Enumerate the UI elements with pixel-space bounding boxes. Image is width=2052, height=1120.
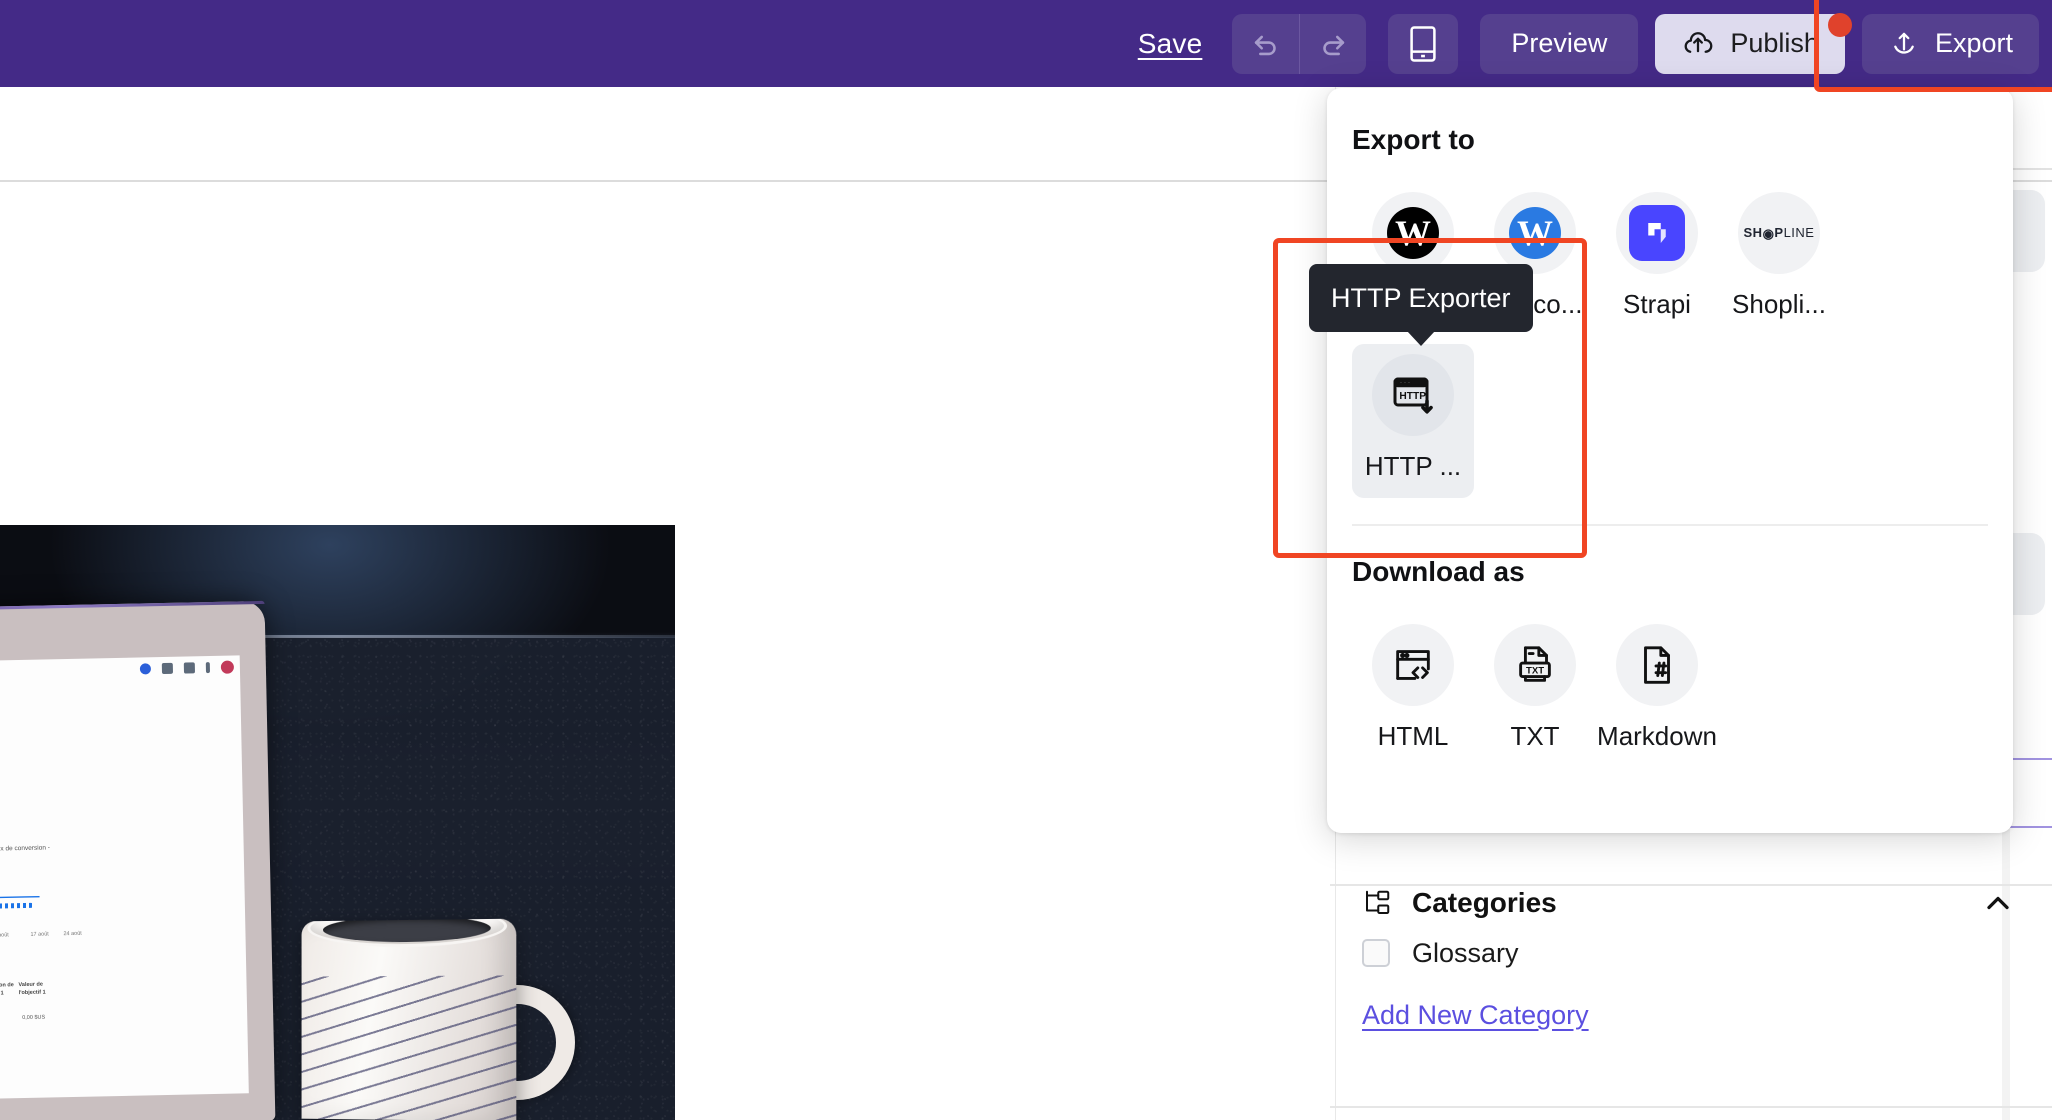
- html-code-file-icon: [1372, 624, 1454, 706]
- tablet-screen: Conversions Newsletter sign in (Taux de …: [0, 655, 249, 1100]
- export-target-shopline[interactable]: SH◉PLINE Shopli...: [1718, 182, 1840, 336]
- category-checkbox-glossary[interactable]: [1362, 939, 1390, 967]
- notification-bell-icon: [140, 663, 151, 674]
- tablet-x-tick-3: 17 août: [30, 931, 48, 937]
- download-format-label: Markdown: [1597, 721, 1717, 752]
- categories-title: Categories: [1412, 887, 1557, 919]
- download-format-label: TXT: [1510, 721, 1559, 752]
- export-target-label: HTTP ...: [1365, 451, 1461, 482]
- export-target-strapi[interactable]: Strapi: [1596, 182, 1718, 336]
- undo-arrow-icon: [1249, 27, 1283, 61]
- list-item[interactable]: Glossary: [1362, 920, 2030, 986]
- download-format-label: HTML: [1378, 721, 1449, 752]
- export-target-label: Shopli...: [1732, 289, 1826, 320]
- export-button[interactable]: Export: [1862, 14, 2039, 74]
- export-target-label: Strapi: [1623, 289, 1691, 320]
- tablet-col-2: Réalisation de l'objectif 1: [0, 982, 15, 998]
- wordpress-com-icon: [1494, 192, 1576, 274]
- tablet-dotted-series: [0, 903, 33, 910]
- redo-arrow-icon: [1316, 27, 1350, 61]
- chevron-up-icon[interactable]: [1980, 885, 2016, 921]
- download-formats-row: HTML TXT TXT Markdown: [1327, 588, 2013, 768]
- markdown-file-icon: [1616, 624, 1698, 706]
- redo-button[interactable]: [1299, 14, 1366, 74]
- http-exporter-tooltip: HTTP Exporter: [1309, 264, 1533, 332]
- tablet-sparkline: [0, 874, 40, 903]
- mug-stripes: [302, 975, 517, 1120]
- download-format-txt[interactable]: TXT TXT: [1474, 614, 1596, 768]
- publish-notification-badge: [1828, 13, 1852, 37]
- strapi-icon: [1616, 192, 1698, 274]
- canvas-hero-image: Conversions Newsletter sign in (Taux de …: [0, 525, 675, 1120]
- shopline-icon: SH◉PLINE: [1738, 192, 1820, 274]
- mobile-device-icon: [1407, 25, 1439, 63]
- device-preview-button[interactable]: [1388, 14, 1458, 74]
- cloud-upload-icon: [1681, 27, 1715, 61]
- tablet-col-3: Valeur de l'objectif 1: [18, 981, 52, 997]
- txt-file-icon: TXT: [1494, 624, 1576, 706]
- help-circle-icon: [184, 662, 195, 673]
- publish-button[interactable]: Publish: [1655, 14, 1845, 74]
- publish-label: Publish: [1730, 28, 1819, 59]
- download-format-html[interactable]: HTML: [1352, 614, 1474, 768]
- upload-arrow-icon: [1888, 28, 1920, 60]
- export-target-http-exporter[interactable]: HTTP HTTP ...: [1352, 344, 1474, 498]
- svg-text:TXT: TXT: [1526, 665, 1544, 676]
- http-exporter-icon: HTTP: [1372, 354, 1454, 436]
- categories-list: Glossary Add New Category: [1362, 920, 2030, 1031]
- undo-redo-group: [1232, 14, 1366, 74]
- photo-mug: [302, 919, 517, 1120]
- download-as-heading: Download as: [1327, 526, 2013, 588]
- photo-tablet: Conversions Newsletter sign in (Taux de …: [0, 601, 275, 1120]
- tablet-cell-3: 0,00 $US: [22, 1015, 45, 1021]
- categories-divider-bottom: [1330, 1106, 2052, 1108]
- undo-button[interactable]: [1232, 14, 1299, 74]
- tablet-screen-toolbar: [140, 661, 234, 676]
- app-root: Save Preview Publish Export (Taux de con…: [0, 0, 2052, 1120]
- category-label: Glossary: [1412, 938, 1519, 969]
- avatar: [221, 661, 234, 674]
- export-targets-row-2: HTTP HTTP ...: [1327, 336, 2013, 498]
- category-tree-icon: [1362, 888, 1392, 918]
- wordpress-org-icon: [1372, 192, 1454, 274]
- tablet-x-tick-2: 10 août: [0, 932, 9, 938]
- preview-button[interactable]: Preview: [1480, 14, 1638, 74]
- export-dropdown-panel: Export to WP.co...: [1327, 88, 2013, 833]
- export-label: Export: [1935, 28, 2013, 59]
- tablet-x-tick-4: 24 août: [63, 931, 81, 937]
- add-new-category-link[interactable]: Add New Category: [1362, 1000, 1589, 1031]
- tablet-chart-legend: Newsletter sign in (Taux de conversion -…: [0, 843, 66, 865]
- download-format-markdown[interactable]: Markdown: [1596, 614, 1718, 768]
- apps-grid-icon: [162, 663, 173, 674]
- save-button[interactable]: Save: [1138, 28, 1203, 60]
- top-toolbar: Save Preview Publish Export: [0, 0, 2052, 87]
- export-to-heading: Export to: [1327, 88, 2013, 156]
- svg-text:HTTP: HTTP: [1399, 391, 1426, 402]
- more-menu-icon: [206, 662, 210, 673]
